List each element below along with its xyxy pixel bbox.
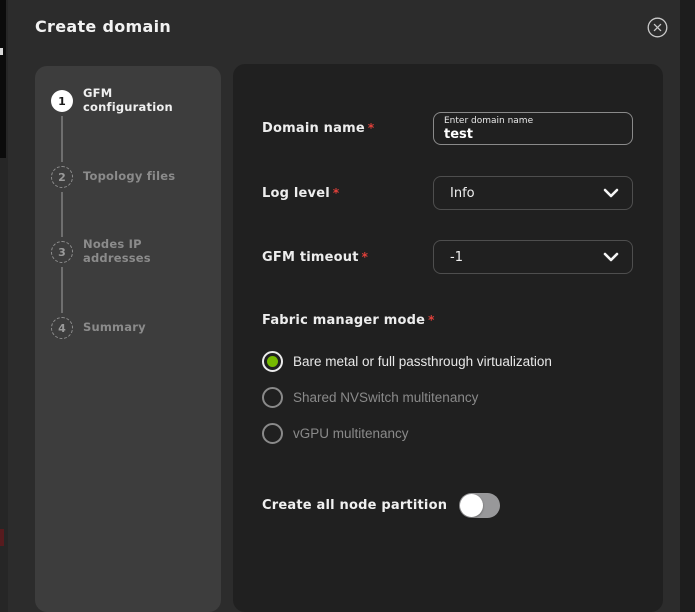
required-asterisk: * — [361, 249, 369, 264]
toggle-knob — [460, 494, 484, 517]
gfm-timeout-row: GFM timeout * -1 — [262, 240, 633, 274]
step-connector — [61, 192, 63, 237]
radio-selected-icon — [262, 350, 283, 372]
create-all-node-partition-toggle[interactable] — [459, 493, 501, 518]
radio-label: Bare metal or full passthrough virtualiz… — [293, 353, 552, 369]
step-label: Summary — [83, 320, 146, 335]
log-level-row: Log level * Info — [262, 176, 633, 210]
radio-vgpu[interactable]: vGPU multitenancy — [262, 422, 409, 444]
step-number-badge: 2 — [51, 166, 73, 188]
chevron-down-icon — [603, 188, 619, 198]
step-label: GFM configuration — [83, 86, 173, 114]
radio-unselected-icon — [262, 422, 283, 444]
domain-name-field: Enter domain name — [433, 112, 633, 145]
radio-label: Shared NVSwitch multitenancy — [293, 389, 479, 405]
step-gfm-configuration[interactable]: 1 GFM configuration — [51, 84, 211, 118]
create-all-node-partition-label: Create all node partition — [262, 498, 448, 513]
required-asterisk: * — [367, 121, 375, 135]
step-number-badge: 1 — [51, 90, 73, 112]
close-button[interactable] — [639, 9, 675, 45]
step-connector — [61, 116, 63, 162]
gfm-timeout-label: GFM timeout * — [262, 249, 369, 265]
chevron-down-icon — [603, 252, 619, 262]
create-all-node-partition-row: Create all node partition — [262, 493, 501, 518]
gfm-timeout-value: -1 — [450, 249, 463, 265]
wizard-stepper-panel: 1 GFM configuration 2 Topology files 3 N… — [35, 66, 221, 612]
log-level-value: Info — [450, 185, 475, 201]
step-label: Nodes IP addresses — [83, 237, 151, 265]
step-number-badge: 4 — [51, 317, 73, 339]
step-number-badge: 3 — [51, 241, 73, 263]
required-asterisk: * — [428, 313, 435, 327]
step-nodes-ip-addresses[interactable]: 3 Nodes IP addresses — [51, 235, 211, 269]
gfm-configuration-form: Domain name* Enter domain name Log level… — [233, 64, 663, 612]
create-domain-dialog: Create domain 1 GFM configuration 2 Topo… — [8, 0, 680, 612]
step-topology-files[interactable]: 2 Topology files — [51, 160, 211, 194]
domain-name-row: Domain name * Enter domain name — [262, 112, 633, 145]
fabric-manager-mode-label: Fabric manager mode * — [262, 313, 435, 328]
domain-name-label: Domain name * — [262, 121, 375, 136]
step-label: Topology files — [83, 169, 176, 184]
radio-label: vGPU multitenancy — [293, 425, 409, 441]
radio-shared-nvswitch[interactable]: Shared NVSwitch multitenancy — [262, 386, 478, 408]
required-asterisk: * — [332, 185, 340, 200]
gfm-timeout-select[interactable]: -1 — [433, 240, 633, 274]
radio-bare-metal[interactable]: Bare metal or full passthrough virtualiz… — [262, 350, 552, 372]
domain-name-placeholder: Enter domain name — [444, 116, 534, 126]
log-level-label: Log level * — [262, 185, 340, 201]
circled-x-icon — [647, 17, 668, 38]
dialog-title: Create domain — [35, 17, 172, 36]
radio-unselected-icon — [262, 386, 283, 408]
log-level-select[interactable]: Info — [433, 176, 633, 210]
background-artifact-red — [0, 529, 4, 546]
background-artifact — [0, 48, 3, 55]
step-summary[interactable]: 4 Summary — [51, 311, 211, 345]
step-connector — [61, 267, 63, 313]
background-app-sidebar — [0, 0, 6, 158]
domain-name-input[interactable] — [444, 126, 622, 142]
